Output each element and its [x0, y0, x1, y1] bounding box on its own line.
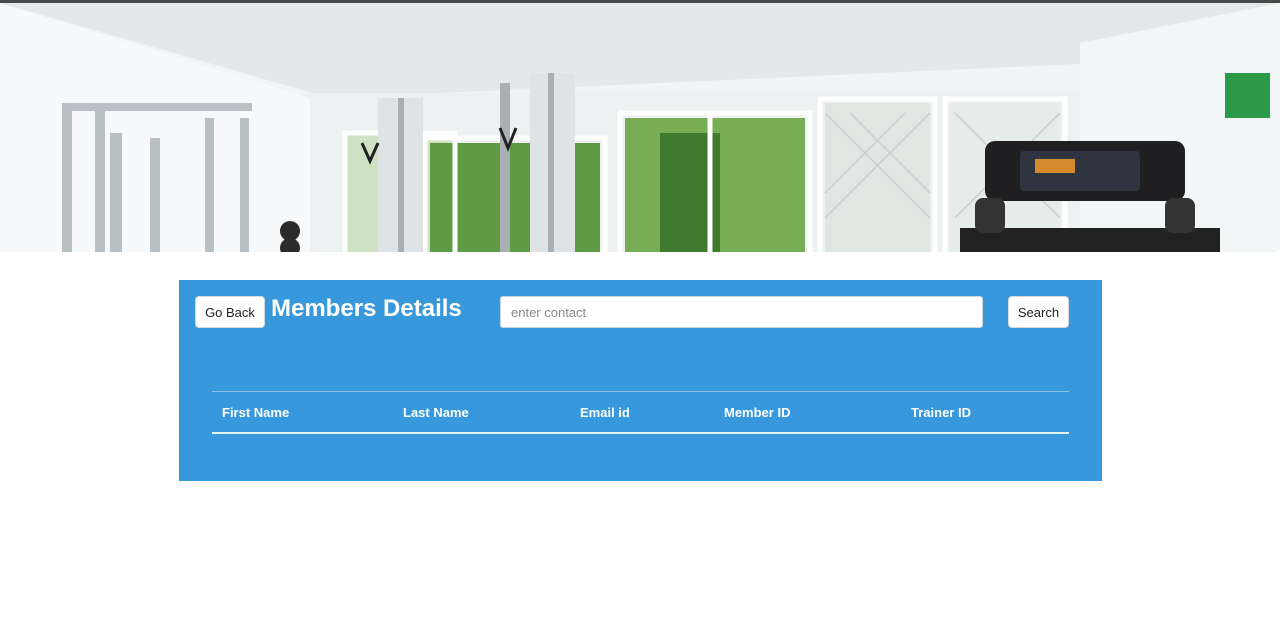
search-button[interactable]: Search	[1008, 296, 1069, 328]
column-header-email-id: Email id	[580, 405, 630, 420]
go-back-button[interactable]: Go Back	[195, 296, 265, 328]
gym-banner-image	[0, 0, 1280, 252]
members-panel: Go Back Members Details Search First Nam…	[179, 280, 1102, 481]
page-title: Members Details	[271, 295, 462, 322]
column-header-last-name: Last Name	[403, 405, 469, 420]
contact-search-input[interactable]	[500, 296, 983, 328]
members-table: First Name Last Name Email id Member ID …	[212, 391, 1069, 434]
gym-photo-illustration	[0, 3, 1280, 252]
column-header-first-name: First Name	[222, 405, 290, 420]
column-header-member-id: Member ID	[724, 405, 791, 420]
column-header-trainer-id: Trainer ID	[911, 405, 971, 420]
